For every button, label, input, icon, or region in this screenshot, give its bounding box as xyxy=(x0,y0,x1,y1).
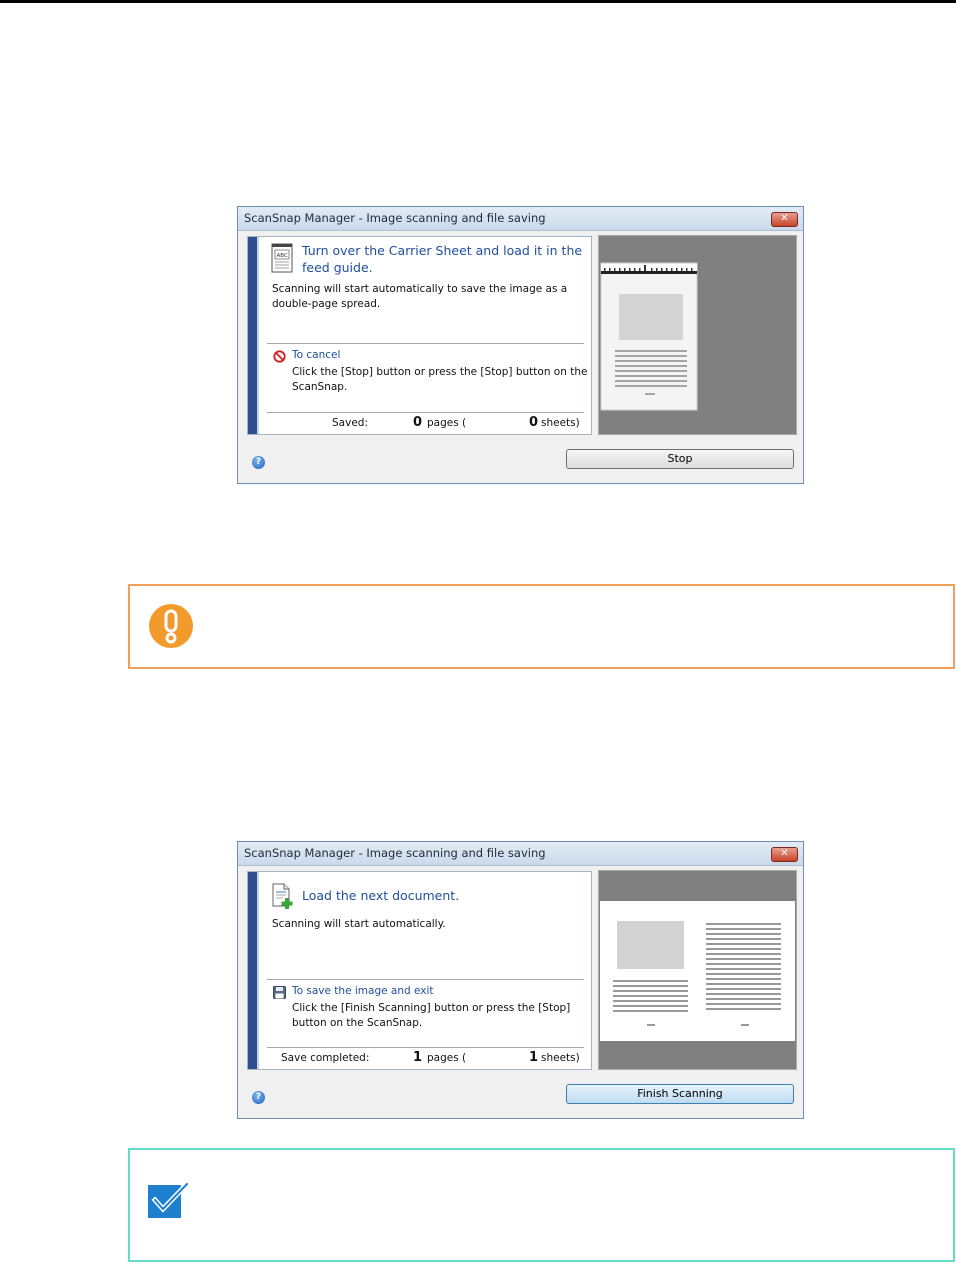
help-icon[interactable]: ? xyxy=(252,1091,265,1104)
close-icon[interactable]: ✕ xyxy=(771,212,798,227)
hint-note-box xyxy=(128,1148,955,1262)
dialog-title: ScanSnap Manager - Image scanning and fi… xyxy=(244,846,546,860)
scan-preview xyxy=(598,870,797,1070)
page-top-rule xyxy=(0,0,956,3)
message-panel: ABC Turn over the Carrier Sheet and load… xyxy=(247,236,592,435)
sheets-label: sheets) xyxy=(541,417,580,429)
dialog-footer: ? Finish Scanning xyxy=(238,1073,803,1118)
dialog-footer: ? Stop xyxy=(238,438,803,483)
status-label: Saved: xyxy=(332,417,368,429)
save-instructions-line1: Click the [Finish Scanning] button or pr… xyxy=(292,1002,571,1014)
finish-scanning-button[interactable]: Finish Scanning xyxy=(566,1084,794,1104)
floppy-disk-icon xyxy=(273,986,286,999)
double-page-preview xyxy=(600,901,795,1041)
no-entry-icon xyxy=(273,350,286,363)
save-instructions: Click the [Finish Scanning] button or pr… xyxy=(292,1001,592,1031)
sheets-count: 0 xyxy=(529,415,539,430)
cancel-instructions-line2: ScanSnap. xyxy=(292,381,348,393)
panel-accent-bar xyxy=(248,872,257,1069)
status-label: Save completed: xyxy=(281,1052,370,1064)
pages-count: 0 xyxy=(413,415,423,430)
cancel-instructions-line1: Click the [Stop] button or press the [St… xyxy=(292,366,588,378)
pages-count: 1 xyxy=(413,1050,423,1065)
message-panel: Load the next document. Scanning will st… xyxy=(247,871,592,1070)
exclamation-icon xyxy=(149,604,193,648)
scan-dialog-next-document: ScanSnap Manager - Image scanning and fi… xyxy=(237,841,804,1119)
save-instructions-line2: button on the ScanSnap. xyxy=(292,1017,423,1029)
dialog-title: ScanSnap Manager - Image scanning and fi… xyxy=(244,211,546,225)
checkmark-icon xyxy=(148,1181,191,1218)
pages-label: pages ( xyxy=(427,417,467,429)
instruction-description: Scanning will start automatically to sav… xyxy=(272,282,567,312)
instruction-heading: Turn over the Carrier Sheet and load it … xyxy=(302,242,582,276)
svg-text:ABC: ABC xyxy=(277,253,288,259)
panel-accent-bar xyxy=(248,237,257,434)
panel-accent-highlight xyxy=(257,237,259,434)
scan-preview xyxy=(598,235,797,435)
scan-status-row: Saved: 0 pages ( 0 sheets) xyxy=(267,413,584,433)
dialog-titlebar: ScanSnap Manager - Image scanning and fi… xyxy=(238,207,803,231)
section-divider xyxy=(267,979,584,980)
instruction-description: Scanning will start automatically. xyxy=(272,918,446,930)
sheets-label: sheets) xyxy=(541,1052,580,1064)
add-document-icon xyxy=(272,883,293,909)
scan-status-row: Save completed: 1 pages ( 1 sheets) xyxy=(267,1048,584,1068)
help-icon[interactable]: ? xyxy=(252,456,265,469)
pages-label: pages ( xyxy=(427,1052,467,1064)
document-icon: ABC xyxy=(271,243,293,273)
section-divider xyxy=(267,343,584,344)
instruction-heading-line2: feed guide. xyxy=(302,260,373,275)
important-note-box xyxy=(128,584,955,669)
carrier-sheet-preview xyxy=(600,262,698,411)
stop-button[interactable]: Stop xyxy=(566,449,794,469)
close-icon[interactable]: ✕ xyxy=(771,847,798,862)
description-line2: double-page spread. xyxy=(272,298,381,310)
description-line1: Scanning will start automatically to sav… xyxy=(272,283,568,295)
dialog-titlebar: ScanSnap Manager - Image scanning and fi… xyxy=(238,842,803,866)
instruction-heading-line1: Turn over the Carrier Sheet and load it … xyxy=(302,243,583,258)
cancel-instructions: Click the [Stop] button or press the [St… xyxy=(292,365,592,395)
scan-dialog-carrier-sheet: ScanSnap Manager - Image scanning and fi… xyxy=(237,206,804,484)
panel-accent-highlight xyxy=(257,872,259,1069)
cancel-section-title: To cancel xyxy=(292,349,341,361)
instruction-heading: Load the next document. xyxy=(302,888,460,903)
save-section-title: To save the image and exit xyxy=(292,985,434,997)
sheets-count: 1 xyxy=(529,1050,539,1065)
